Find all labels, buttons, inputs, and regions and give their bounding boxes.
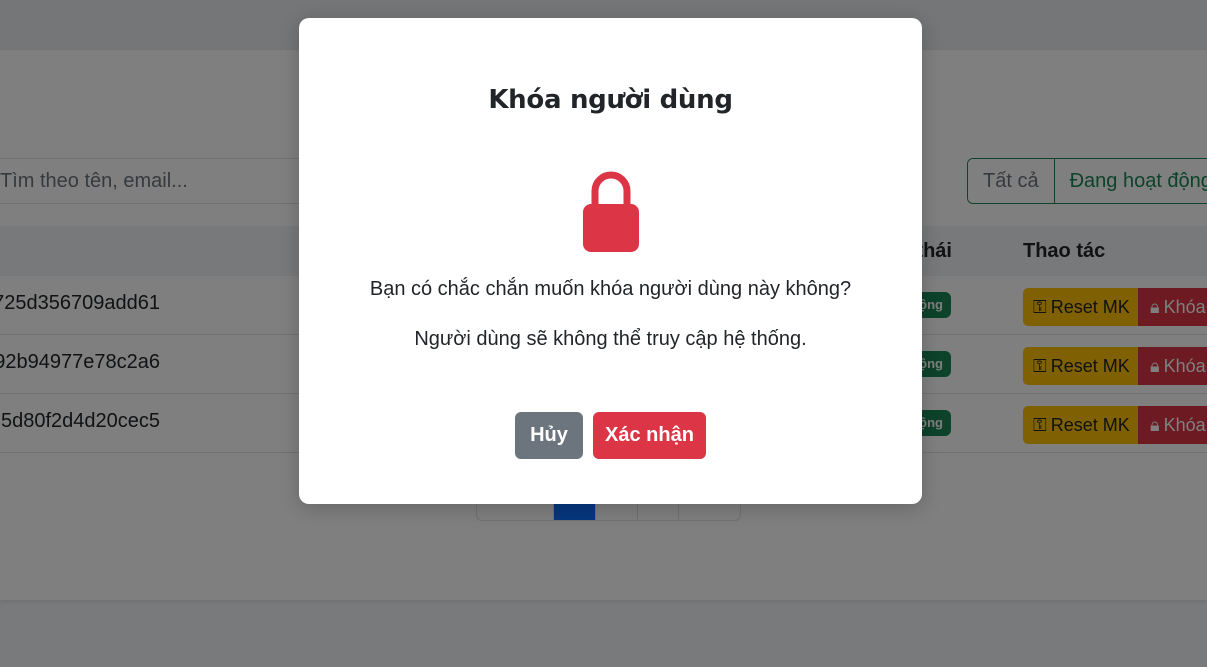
lock-user-dialog: Khóa người dùng Bạn có chắc chắn muốn kh… — [299, 18, 922, 504]
cancel-button[interactable]: Hủy — [515, 412, 583, 459]
dialog-question: Bạn có chắc chắn muốn khóa người dùng nà… — [369, 278, 852, 300]
confirm-button[interactable]: Xác nhận — [593, 412, 706, 459]
lock-icon — [583, 171, 639, 252]
dialog-title: Khóa người dùng — [488, 85, 733, 115]
dialog-warning: Người dùng sẽ không thể truy cập hệ thốn… — [414, 328, 807, 350]
